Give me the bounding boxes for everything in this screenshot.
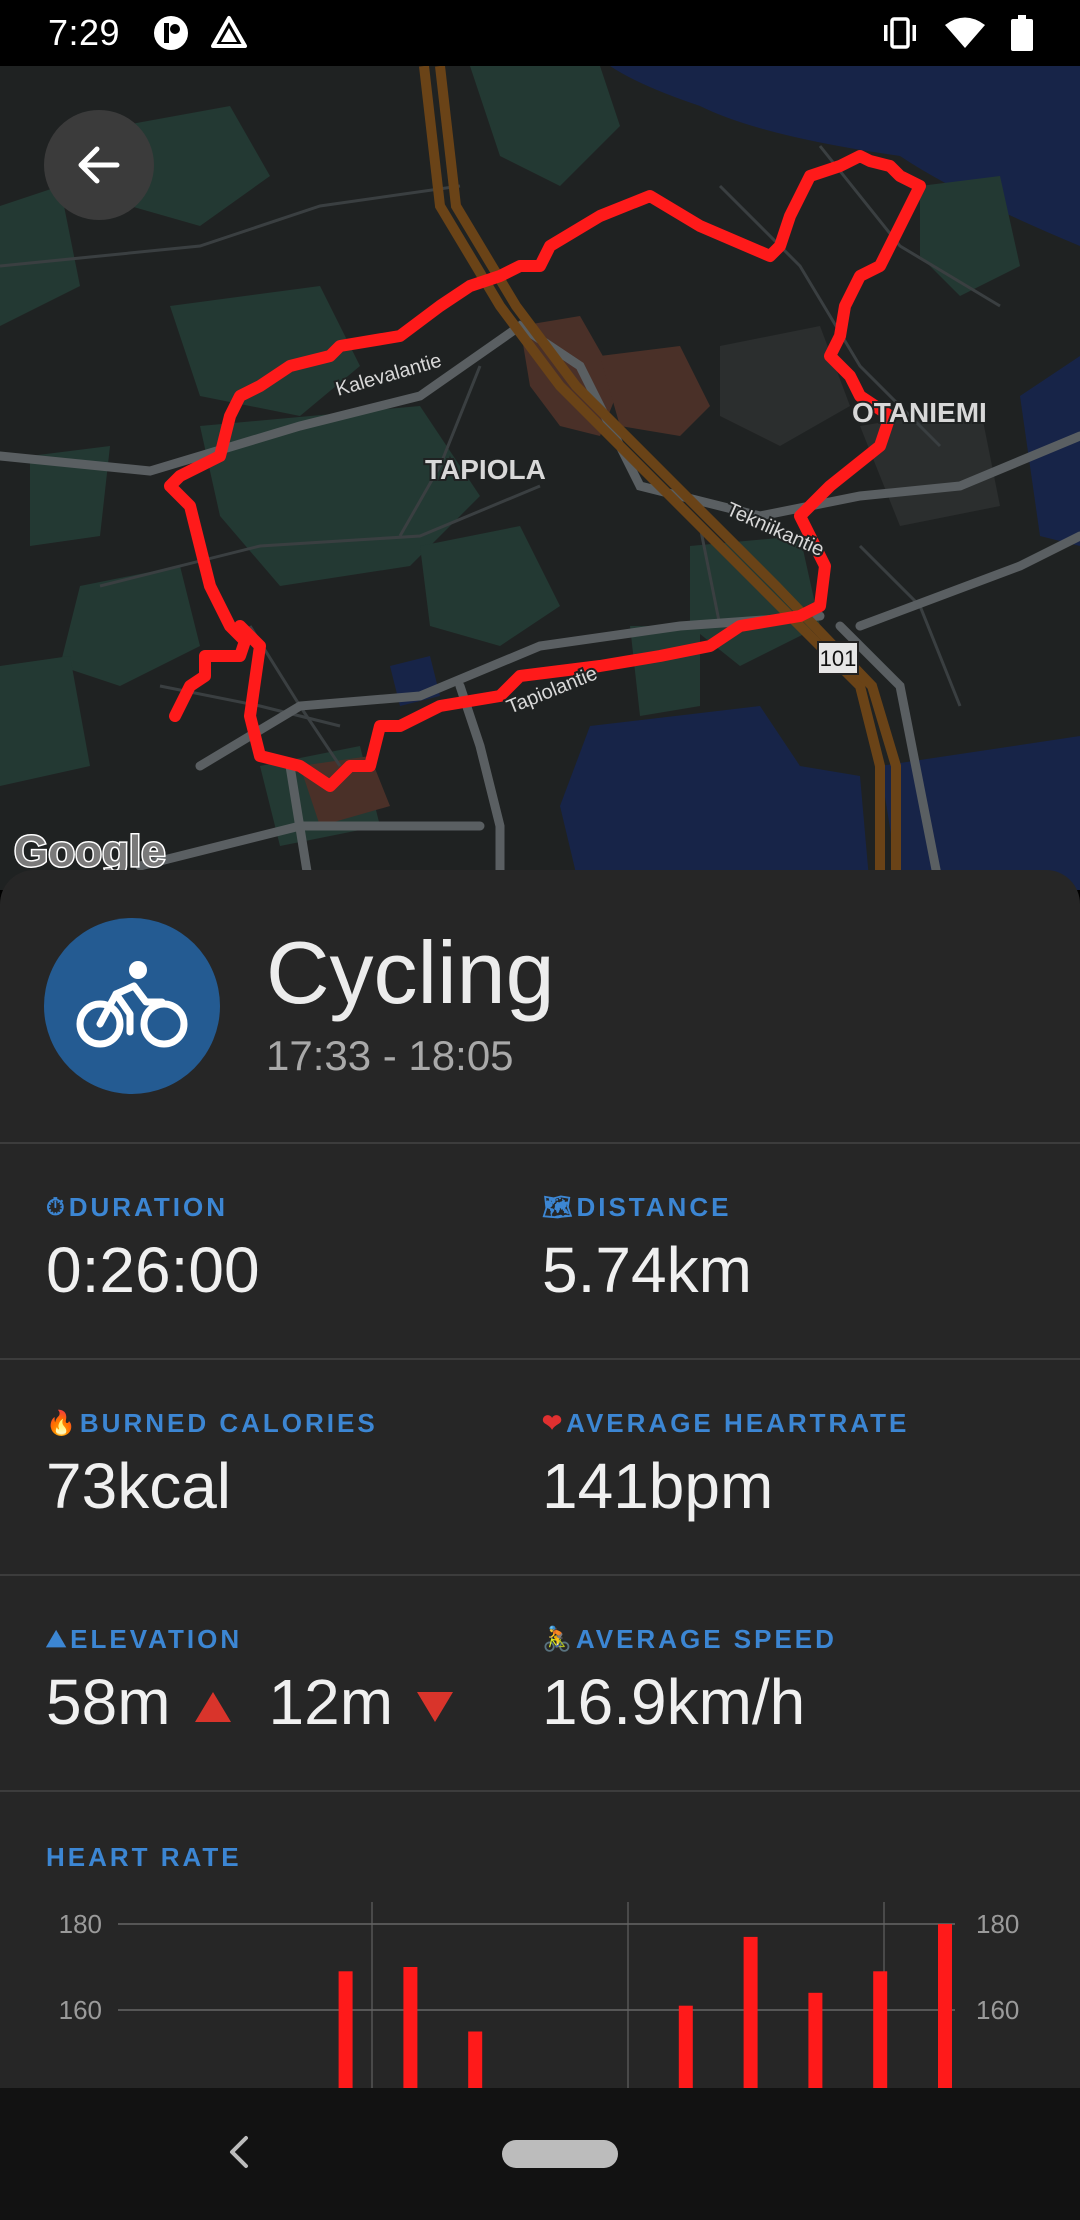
stat-distance: 🗺 DISTANCE 5.74km [542, 1192, 752, 1307]
chart-y-tick-label-right: 180 [976, 1909, 1019, 1939]
map-label-otaniemi: OTANIEMI [852, 397, 987, 428]
status-time: 7:29 [48, 12, 121, 53]
wifi-icon [944, 16, 986, 55]
stat-elevation-label: ELEVATION [70, 1624, 243, 1654]
heart-rate-bar [743, 1936, 758, 2088]
mountain-icon: ⛰ [46, 1625, 67, 1653]
stat-distance-label: DISTANCE [576, 1192, 732, 1222]
triangle-up-icon [193, 1665, 233, 1739]
nav-home-button[interactable] [502, 2140, 618, 2168]
heart-rate-section-title: HEART RATE [46, 1842, 242, 1872]
stat-elevation: ⛰ ELEVATION 58m 12m [46, 1624, 491, 1739]
heart-rate-bar [938, 1924, 952, 2088]
stat-duration-label: DURATION [68, 1192, 229, 1222]
elevation-loss-value: 12m [268, 1666, 394, 1738]
heart-rate-bar [808, 1992, 823, 2088]
chart-y-tick-label-left: 160 [59, 1995, 102, 2025]
divider [0, 1790, 1080, 1792]
app-notification-icon [152, 14, 190, 57]
stat-heartrate-label: AVERAGE HEARTRATE [566, 1408, 910, 1438]
vibrate-icon [880, 15, 920, 56]
heart-rate-bar [678, 2005, 693, 2088]
stat-duration: ⏱ DURATION 0:26:00 [46, 1192, 260, 1307]
activity-type-badge [44, 918, 220, 1094]
google-attribution: Google [14, 827, 166, 876]
chart-y-tick-label-right: 160 [976, 1995, 1019, 2025]
stat-speed-label: AVERAGE SPEED [575, 1624, 837, 1654]
divider [0, 1358, 1080, 1360]
stat-duration-value: 0:26:00 [46, 1234, 260, 1306]
route-map[interactable]: 101 TAPIOLA OTANIEMI Kalevalantie Teknii… [0, 66, 1080, 890]
elevation-gain-value: 58m [46, 1666, 171, 1738]
map-label-tapiola: TAPIOLA [425, 454, 546, 485]
heart-icon: ❤ [542, 1410, 563, 1437]
heart-rate-chart[interactable]: 180 180 160 160 [0, 1892, 1080, 2088]
activity-header: Cycling 17:33 - 18:05 [0, 870, 1080, 1142]
bicycle-icon [76, 956, 188, 1057]
navigation-bar [0, 2088, 1080, 2220]
map-icon: 🗺 [542, 1194, 573, 1221]
divider [0, 1574, 1080, 1576]
road-number-label: 101 [820, 646, 857, 671]
stat-heartrate-value: 141bpm [542, 1450, 774, 1522]
stat-calories-label: BURNED CALORIES [79, 1408, 378, 1438]
nav-back-button[interactable] [220, 2128, 256, 2181]
stat-calories: 🔥 BURNED CALORIES 73kcal [46, 1408, 378, 1523]
back-button[interactable] [44, 110, 154, 220]
heart-rate-bar [873, 1971, 888, 2088]
activity-time-range: 17:33 - 18:05 [266, 1032, 514, 1079]
stat-speed: 🚴 AVERAGE SPEED 16.9km/h [542, 1624, 837, 1739]
chart-y-tick-label-left: 180 [59, 1909, 102, 1939]
status-bar: 7:29 [0, 0, 1080, 66]
stopwatch-icon: ⏱ [46, 1193, 65, 1221]
activity-details-sheet: Cycling 17:33 - 18:05 ⏱ DURATION 0:26:00 … [0, 870, 1080, 2088]
stat-heartrate: ❤ AVERAGE HEARTRATE 141bpm [542, 1408, 909, 1523]
divider [0, 1142, 1080, 1144]
activity-title: Cycling [266, 923, 555, 1022]
heart-rate-bar [403, 1967, 418, 2088]
heart-rate-bar [468, 2031, 483, 2088]
battery-icon [1010, 14, 1034, 57]
stat-calories-value: 73kcal [46, 1450, 231, 1522]
arrow-left-icon [75, 141, 123, 189]
drive-notification-icon [210, 14, 248, 57]
triangle-down-icon [415, 1665, 455, 1739]
fire-icon: 🔥 [46, 1410, 76, 1437]
stat-distance-value: 5.74km [542, 1234, 752, 1306]
stat-speed-value: 16.9km/h [542, 1666, 806, 1738]
heart-rate-bar [338, 1971, 353, 2088]
cyclist-icon: 🚴 [542, 1626, 572, 1653]
